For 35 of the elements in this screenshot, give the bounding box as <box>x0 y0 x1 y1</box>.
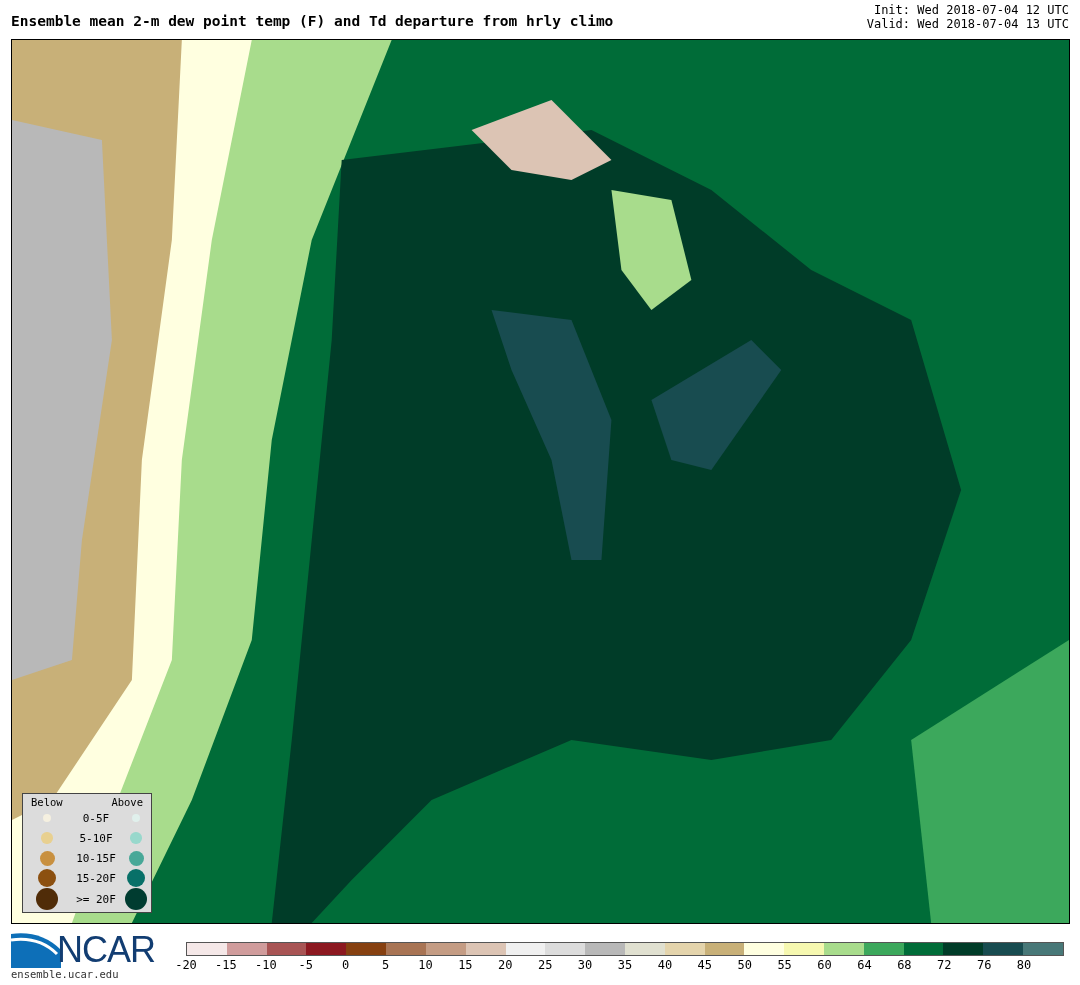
site-url: ensemble.ucar.edu <box>11 968 120 980</box>
swoosh-icon <box>11 930 61 968</box>
colorbar-tick-label: 35 <box>617 958 633 972</box>
colorbar-tick-label: 5 <box>381 958 390 972</box>
colorbar-tick-label: -5 <box>298 958 313 972</box>
colorbar-tick-label: 55 <box>777 958 792 972</box>
colorbar-tick-label: 68 <box>897 958 912 972</box>
colorbar-tick-label: 45 <box>697 958 713 972</box>
valid-time: Valid: Wed 2018-07-04 13 UTC <box>866 17 1069 31</box>
legend-label: >= 20F <box>75 892 117 906</box>
colorbar-tick-label: 64 <box>857 958 872 972</box>
legend-heading: Above <box>111 796 143 808</box>
colorbar-tick-label: 15 <box>458 958 473 972</box>
legend-heading: Below <box>31 796 63 808</box>
colorbar-tick-label: 20 <box>498 958 513 972</box>
colorbar-tick-label: 0 <box>342 958 350 972</box>
legend-label: 0-5F <box>81 811 111 825</box>
legend-label: 15-20F <box>75 871 117 885</box>
legend-label: 5-10F <box>78 831 114 845</box>
legend-label: 10-15F <box>75 851 117 865</box>
colorbar-tick-label: 25 <box>537 958 553 972</box>
colorbar-tick-label: 60 <box>817 958 832 972</box>
logo-text: NCAR <box>57 932 155 968</box>
colorbar-tick-label: -15 <box>215 958 237 972</box>
colorbar-tick-label: 76 <box>976 958 992 972</box>
colorbar-tick-label: -10 <box>254 958 277 972</box>
chart-title: Ensemble mean 2-m dew point temp (F) and Td departure from hrly climo <box>11 13 614 31</box>
colorbar-tick-label: 80 <box>1016 958 1032 972</box>
init-time: Init: Wed 2018-07-04 12 UTC <box>872 3 1069 17</box>
colorbar-tick-label: 10 <box>418 958 433 972</box>
colorbar-tick-label: 50 <box>737 958 752 972</box>
colorbar-tick-label: -20 <box>175 958 197 972</box>
colorbar-tick-label: 40 <box>657 958 673 972</box>
colorbar-tick-label: 30 <box>577 958 593 972</box>
colorbar-tick-label: 72 <box>937 958 952 972</box>
